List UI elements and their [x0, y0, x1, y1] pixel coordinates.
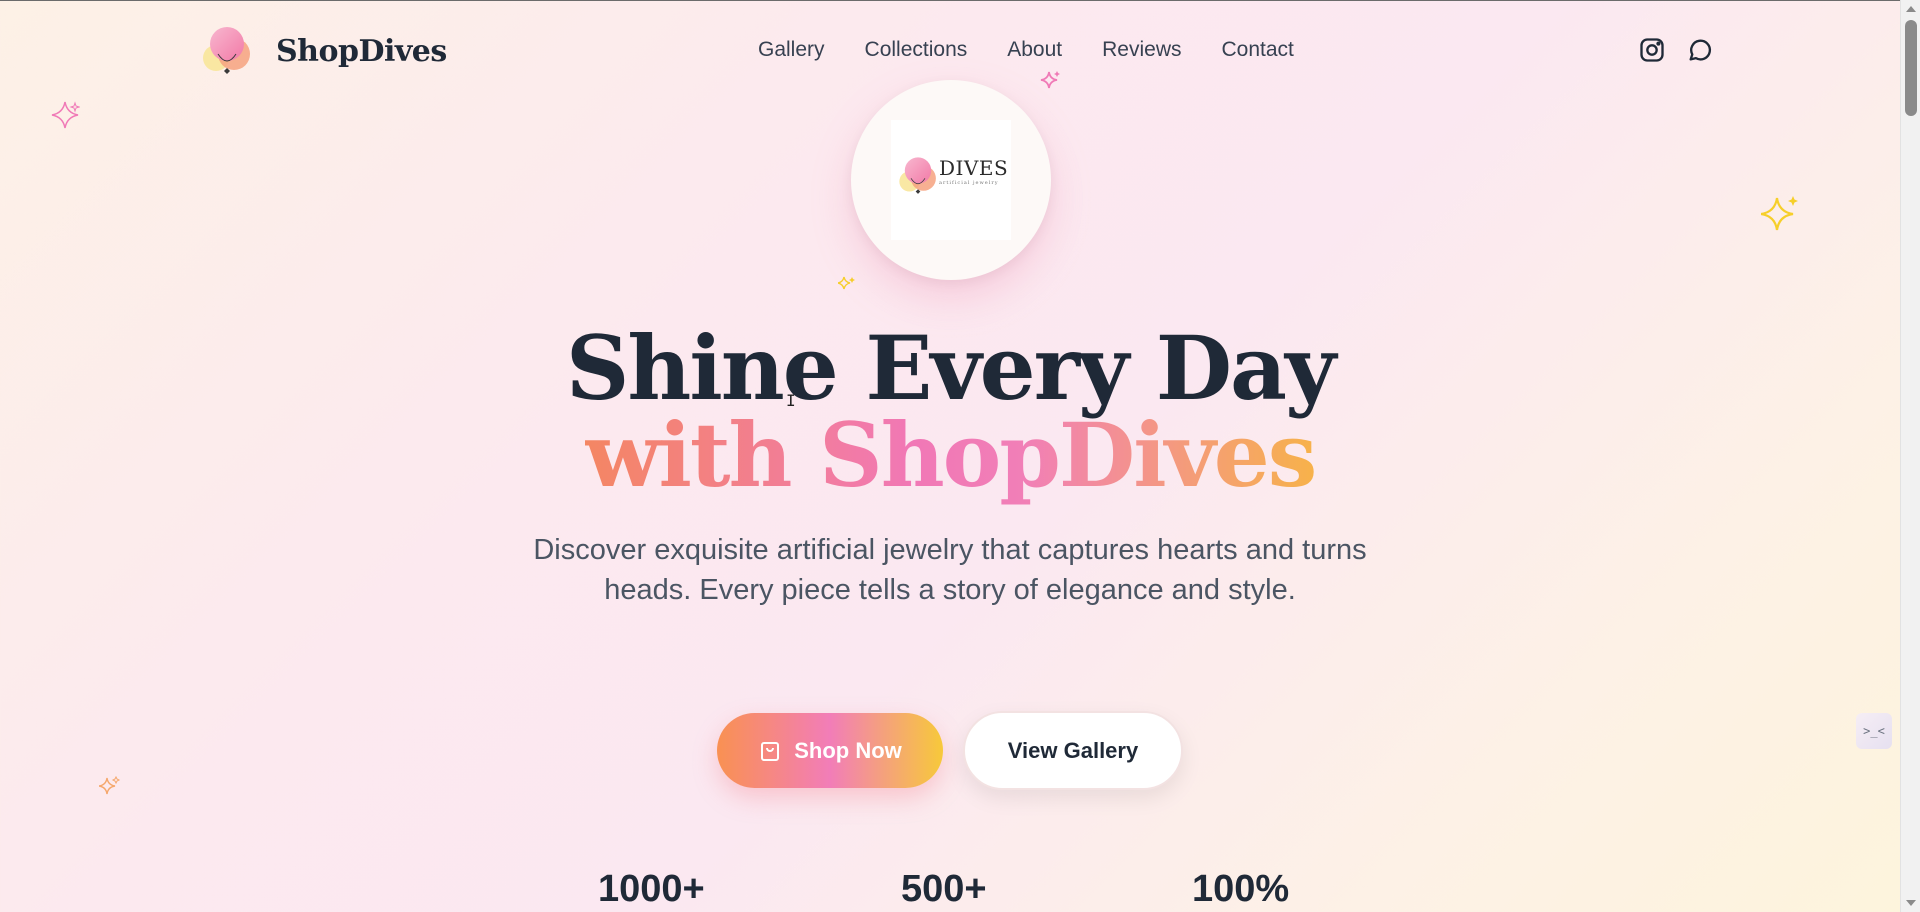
shopping-bag-icon — [761, 741, 780, 761]
stat-value: 500+ — [901, 868, 987, 910]
scroll-thumb[interactable] — [1905, 20, 1917, 116]
hero-title-line2: with ShopDives — [0, 405, 1900, 505]
sparkle-icon — [1761, 196, 1798, 231]
logo-mark-icon — [899, 157, 936, 194]
brand[interactable]: ShopDives — [200, 24, 447, 78]
shop-now-button[interactable]: Shop Now — [717, 713, 943, 788]
nav-collections[interactable]: Collections — [865, 38, 968, 62]
hero-title-gradient: with ShopDives — [584, 403, 1318, 507]
nav-reviews[interactable]: Reviews — [1102, 38, 1181, 62]
brand-name: ShopDives — [276, 33, 447, 69]
sparkle-icon — [1040, 71, 1060, 89]
scroll-down-arrow-icon[interactable] — [1901, 896, 1920, 910]
message-circle-icon[interactable] — [1686, 36, 1714, 64]
sparkle-icon — [838, 276, 855, 290]
nav-contact[interactable]: Contact — [1222, 38, 1294, 62]
shop-now-label: Shop Now — [794, 737, 902, 763]
floating-widget-button[interactable]: >_< — [1856, 713, 1892, 749]
scroll-up-arrow-icon[interactable] — [1901, 2, 1920, 16]
instagram-icon[interactable] — [1638, 36, 1666, 64]
sparkle-icon — [99, 775, 121, 795]
view-gallery-button[interactable]: View Gallery — [963, 711, 1183, 790]
brand-logo-icon — [203, 27, 250, 74]
nav-about[interactable]: About — [1007, 38, 1062, 62]
hero-subtitle: Discover exquisite artificial jewelry th… — [533, 534, 1367, 606]
sparkle-icon — [51, 101, 80, 129]
main-nav: Gallery Collections About Reviews Contac… — [758, 38, 1294, 62]
stat-value: 100% — [1192, 868, 1290, 910]
nav-gallery[interactable]: Gallery — [758, 38, 825, 62]
logo-badge: DIVES artificial jewelry — [851, 80, 1051, 280]
logo-card: DIVES artificial jewelry — [891, 120, 1011, 240]
logo-wordmark: DIVES — [939, 156, 1009, 180]
page-scrollbar[interactable] — [1900, 0, 1920, 912]
social-links — [1638, 36, 1714, 64]
text-cursor-icon: I — [786, 391, 796, 410]
logo-tagline: artificial jewelry — [939, 180, 999, 186]
view-gallery-label: View Gallery — [1007, 737, 1139, 763]
stat-value: 1000+ — [598, 868, 705, 910]
